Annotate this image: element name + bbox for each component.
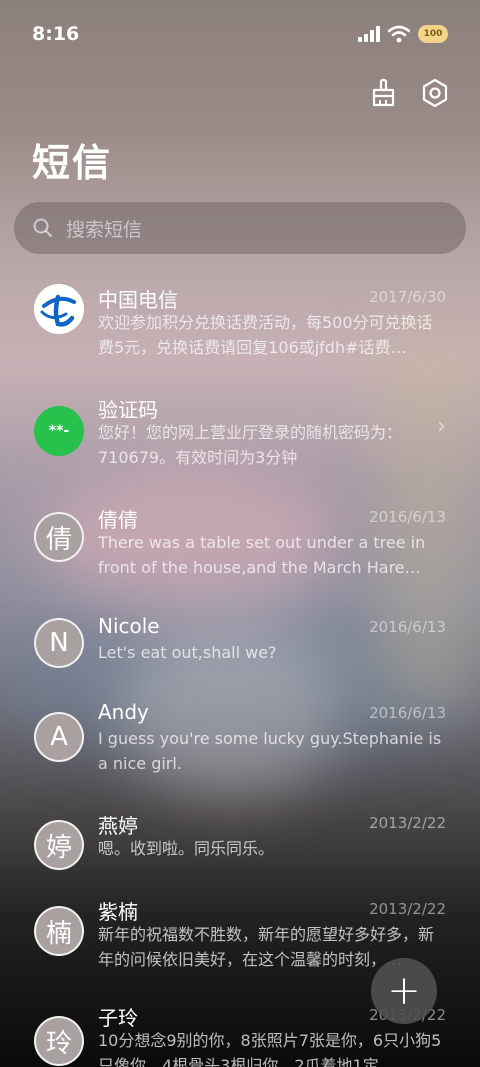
contact-name: 燕婷 — [98, 814, 138, 838]
message-preview: Let's eat out,shall we? — [98, 643, 277, 662]
message-date: 2013/2/22 — [369, 814, 446, 832]
chevron-right-icon: › — [437, 414, 446, 439]
avatar: 楠 — [34, 906, 84, 956]
avatar-initial: A — [50, 722, 68, 752]
message-preview: 您好！您的网上营业厅登录的随机密码为：710679。有效时间为3分钟 — [98, 423, 403, 467]
conversation-row[interactable]: **- 验证码 › 您好！您的网上营业厅登录的随机密码为：710679。有效时间… — [0, 382, 480, 492]
settings-icon[interactable] — [418, 76, 452, 110]
toolbar — [366, 76, 452, 110]
message-date: 2017/6/30 — [369, 288, 446, 306]
message-date: 2013/2/22 — [369, 900, 446, 918]
status-bar: 8:16 100 — [0, 0, 480, 68]
avatar-initial: 玲 — [45, 1028, 72, 1059]
contact-name: 子玲 — [98, 1006, 138, 1030]
new-message-button[interactable]: + — [371, 958, 437, 1024]
wifi-icon — [388, 25, 410, 43]
verification-code-avatar: **- — [34, 406, 84, 456]
conversation-row[interactable]: 婷 燕婷 2013/2/22 嗯。收到啦。同乐同乐。 — [0, 798, 480, 884]
message-date: 2016/6/13 — [369, 618, 446, 636]
avatar: 婷 — [34, 820, 84, 870]
avatar: A — [34, 712, 84, 762]
message-preview: 嗯。收到啦。同乐同乐。 — [98, 839, 275, 858]
message-preview: 10分想念9别的你，8张照片7张是你，6只小狗5只像你，4根骨头3根归你，2爪着… — [98, 1031, 442, 1067]
avatar: N — [34, 618, 84, 668]
contact-name: 验证码 — [98, 398, 158, 422]
status-time: 8:16 — [32, 23, 80, 45]
avatar-initial: 婷 — [45, 832, 72, 863]
message-date: 2016/6/13 — [369, 704, 446, 722]
search-placeholder: 搜索短信 — [66, 218, 143, 241]
avatar-initial: **- — [48, 423, 70, 439]
battery-icon: 100 — [418, 25, 448, 43]
avatar-initial: 楠 — [45, 918, 72, 949]
contact-name: Andy — [98, 700, 149, 724]
page-title: 短信 — [32, 141, 113, 185]
message-preview: 欢迎参加积分兑换话费活动，每500分可兑换话费5元，兑换话费请回复106或jfd… — [98, 313, 433, 357]
avatar: 倩 — [34, 512, 84, 562]
status-icons: 100 — [358, 25, 448, 43]
telecom-logo-avatar — [34, 284, 84, 334]
conversation-row[interactable]: 中国电信 2017/6/30 欢迎参加积分兑换话费活动，每500分可兑换话费5元… — [0, 272, 480, 382]
avatar: 玲 — [34, 1016, 84, 1066]
conversation-list: 中国电信 2017/6/30 欢迎参加积分兑换话费活动，每500分可兑换话费5元… — [0, 272, 480, 1067]
message-preview: I guess you're some lucky guy.Stephanie … — [98, 729, 442, 773]
avatar-initial: 倩 — [45, 524, 72, 555]
conversation-row[interactable]: N Nicole 2016/6/13 Let's eat out,shall w… — [0, 602, 480, 688]
contact-name: Nicole — [98, 614, 160, 638]
broom-icon[interactable] — [366, 76, 400, 110]
contact-name: 紫楠 — [98, 900, 138, 924]
plus-icon: + — [387, 968, 421, 1014]
contact-name: 倩倩 — [98, 508, 138, 532]
conversation-row[interactable]: A Andy 2016/6/13 I guess you're some luc… — [0, 688, 480, 798]
signal-icon — [358, 26, 380, 42]
message-preview: There was a table set out under a tree i… — [98, 533, 426, 577]
search-input[interactable]: 搜索短信 — [14, 202, 466, 254]
conversation-row[interactable]: 倩 倩倩 2016/6/13 There was a table set out… — [0, 492, 480, 602]
contact-name: 中国电信 — [98, 288, 178, 312]
search-icon — [33, 218, 52, 237]
message-date: 2016/6/13 — [369, 508, 446, 526]
avatar-initial: N — [49, 628, 69, 658]
